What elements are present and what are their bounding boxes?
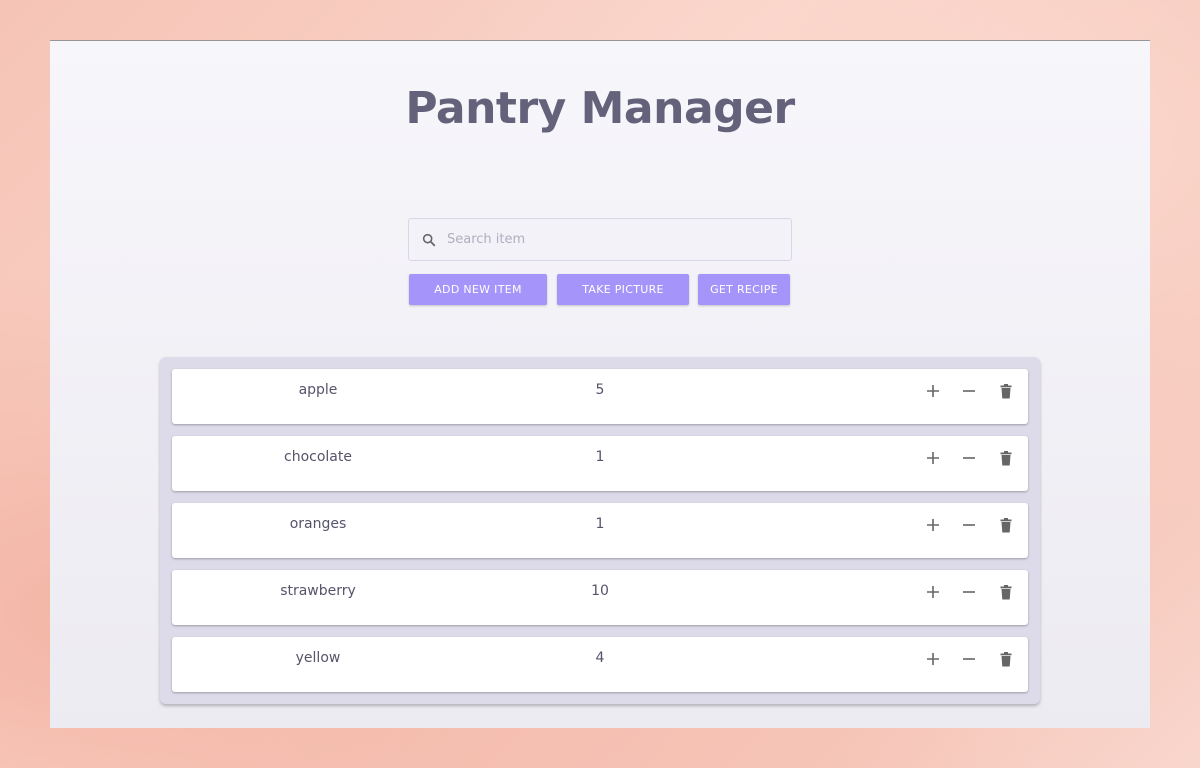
search-icon <box>422 233 436 246</box>
item-quantity: 4 <box>595 650 605 666</box>
plus-icon <box>927 653 939 665</box>
minus-icon <box>963 658 975 660</box>
delete-button[interactable] <box>994 380 1018 402</box>
increment-button[interactable] <box>921 648 945 670</box>
decrement-button[interactable] <box>957 581 981 603</box>
delete-button[interactable] <box>994 648 1018 670</box>
trash-icon <box>1000 450 1012 465</box>
plus-icon <box>927 452 939 464</box>
decrement-button[interactable] <box>957 648 981 670</box>
increment-button[interactable] <box>921 380 945 402</box>
pantry-row: strawberry 10 <box>172 570 1028 625</box>
item-name: strawberry <box>280 583 356 599</box>
plus-icon <box>927 586 939 598</box>
minus-icon <box>963 524 975 526</box>
item-name: oranges <box>289 516 347 532</box>
item-name: apple <box>298 382 338 398</box>
add-new-item-button[interactable]: ADD NEW ITEM <box>409 274 547 305</box>
trash-icon <box>1000 584 1012 599</box>
search-field[interactable] <box>408 218 792 261</box>
pantry-row: chocolate 1 <box>172 436 1028 491</box>
pantry-list: apple 5 chocolate 1 oranges 1 strawberry… <box>160 357 1040 704</box>
plus-icon <box>927 385 939 397</box>
trash-icon <box>1000 383 1012 398</box>
take-picture-button[interactable]: TAKE PICTURE <box>557 274 689 305</box>
pantry-row: oranges 1 <box>172 503 1028 558</box>
pantry-row: apple 5 <box>172 369 1028 424</box>
trash-icon <box>1000 517 1012 532</box>
minus-icon <box>963 591 975 593</box>
minus-icon <box>963 390 975 392</box>
decrement-button[interactable] <box>957 447 981 469</box>
delete-button[interactable] <box>994 581 1018 603</box>
trash-icon <box>1000 651 1012 666</box>
plus-icon <box>927 519 939 531</box>
decrement-button[interactable] <box>957 514 981 536</box>
delete-button[interactable] <box>994 447 1018 469</box>
minus-icon <box>963 457 975 459</box>
search-input[interactable] <box>445 231 791 248</box>
app-panel: Pantry Manager ADD NEW ITEM TAKE PICTURE… <box>50 40 1150 728</box>
item-quantity: 10 <box>591 583 609 599</box>
item-quantity: 5 <box>595 382 605 398</box>
item-quantity: 1 <box>595 449 605 465</box>
page-title: Pantry Manager <box>405 83 795 134</box>
increment-button[interactable] <box>921 581 945 603</box>
increment-button[interactable] <box>921 447 945 469</box>
item-quantity: 1 <box>595 516 605 532</box>
increment-button[interactable] <box>921 514 945 536</box>
get-recipe-button[interactable]: GET RECIPE <box>698 274 790 305</box>
item-name: yellow <box>295 650 341 666</box>
pantry-row: yellow 4 <box>172 637 1028 692</box>
decrement-button[interactable] <box>957 380 981 402</box>
delete-button[interactable] <box>994 514 1018 536</box>
item-name: chocolate <box>284 449 352 465</box>
